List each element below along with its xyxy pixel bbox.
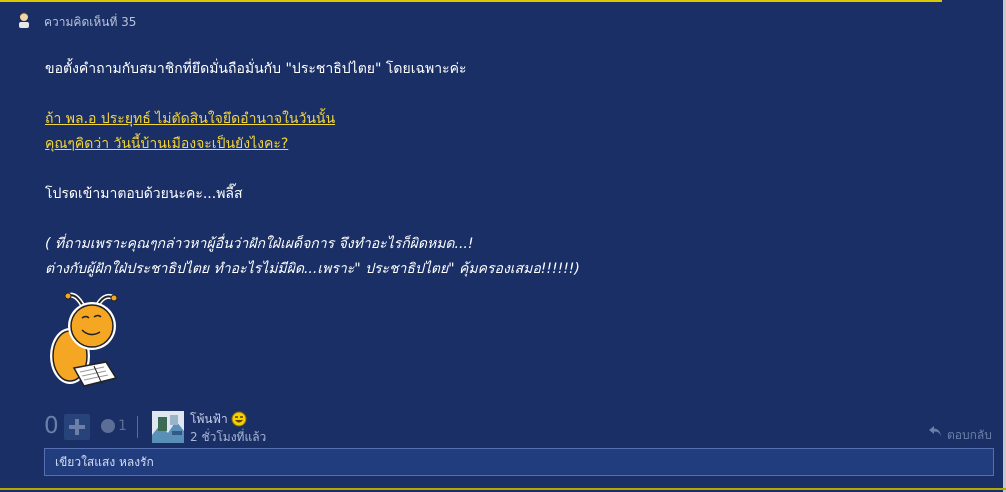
reply-box[interactable] [44,448,994,476]
avatar[interactable] [152,411,184,443]
comment-link[interactable]: คุณๆคิดว่า วันนี้บ้านเมืองจะเป็นยังไงคะ? [45,136,288,152]
comment-line: ขอตั้งคำถามกับสมาชิกที่ยึดมั่นถือมั่นกับ… [45,61,467,77]
user-icon [19,12,29,28]
author-name[interactable]: โพ้นฟ้า [190,410,228,429]
bottom-accent-line [0,488,1006,490]
divider [137,416,138,438]
vote-count: 0 [44,413,59,439]
reply-input[interactable] [45,449,993,475]
comment-line: โปรดเข้ามาตอบด้วยนะคะ...พลี๊ส [45,186,243,202]
top-accent-line [0,0,942,2]
timestamp: 2 ชั่วโมงที่แล้ว [190,430,267,444]
reply-arrow-icon[interactable] [928,425,942,437]
comment-number: ความคิดเห็นที่ 35 [44,15,137,29]
plus-vote-button[interactable] [64,414,90,440]
reply-button[interactable]: ตอบกลับ [947,426,992,445]
comment-italic-line: ( ที่ถามเพราะคุณๆกล่าวหาผู้อื่นว่าฝักใฝ่… [45,236,474,252]
emotion-icon[interactable] [101,419,115,433]
comment-body: ขอตั้งคำถามกับสมาชิกที่ยึดมั่นถือมั่นกับ… [45,57,945,282]
comment-link[interactable]: ถ้า พล.อ ประยุทธ์ ไม่ตัดสินใจยึดอำนาจในว… [45,111,335,127]
laughing-emoji-icon [231,411,247,427]
emotion-count: 1 [118,418,127,434]
mascot-reading-icon [50,292,118,387]
comment-italic-line: ต่างกับผู้ฝักใฝ่ประชาธิปไตย ทำอะไรไม่มีผ… [45,261,580,277]
